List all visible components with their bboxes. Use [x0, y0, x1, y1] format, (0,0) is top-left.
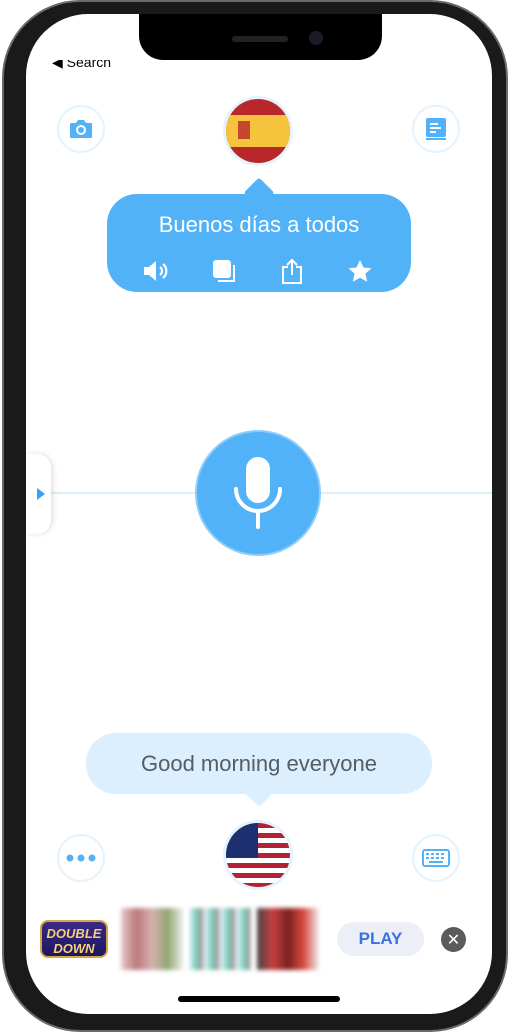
- side-panel-handle[interactable]: [26, 454, 51, 534]
- spain-flag-icon: [226, 99, 290, 163]
- english-language-button[interactable]: [223, 820, 293, 890]
- microphone-button[interactable]: [195, 430, 321, 556]
- share-button[interactable]: [277, 256, 307, 286]
- home-indicator[interactable]: [178, 996, 340, 1002]
- ad-play-button[interactable]: PLAY: [337, 922, 424, 956]
- screen: ◀ Search Buenos días a todos Good mornin…: [26, 14, 492, 1014]
- doubledown-logo: DOUBLE DOWN: [40, 920, 108, 958]
- ad-image: [189, 908, 251, 970]
- speaker: [232, 36, 288, 42]
- share-icon: [282, 258, 302, 284]
- translation-bubble: Buenos días a todos: [107, 194, 411, 292]
- phone-frame: ◀ Search Buenos días a todos Good mornin…: [2, 0, 508, 1032]
- spanish-language-button[interactable]: [223, 96, 293, 166]
- ad-image: [121, 908, 183, 970]
- camera-button[interactable]: [57, 105, 105, 153]
- star-icon: [348, 260, 372, 282]
- ad-close-button[interactable]: ✕: [441, 927, 466, 952]
- more-button[interactable]: [57, 834, 105, 882]
- microphone-icon: [234, 457, 282, 529]
- camera-icon: [70, 120, 92, 138]
- ad-image: [257, 908, 319, 970]
- more-icon: [66, 854, 96, 862]
- keyboard-button[interactable]: [412, 834, 460, 882]
- speaker-icon: [144, 261, 168, 281]
- front-camera: [309, 31, 323, 45]
- source-text: Good morning everyone: [140, 751, 378, 776]
- copy-icon: [213, 260, 235, 282]
- back-to-search-link[interactable]: ◀ Search: [52, 60, 111, 70]
- speak-button[interactable]: [141, 256, 171, 286]
- notch: [139, 14, 382, 60]
- book-icon: [426, 118, 446, 140]
- ad-banner[interactable]: DOUBLE DOWN PLAY ✕: [26, 908, 492, 970]
- copy-button[interactable]: [209, 256, 239, 286]
- us-flag-icon: [226, 823, 290, 887]
- source-bubble: Good morning everyone: [86, 733, 432, 794]
- phrasebook-button[interactable]: [412, 105, 460, 153]
- keyboard-icon: [422, 849, 450, 867]
- translation-text: Buenos días a todos: [158, 212, 360, 237]
- favorite-button[interactable]: [345, 256, 375, 286]
